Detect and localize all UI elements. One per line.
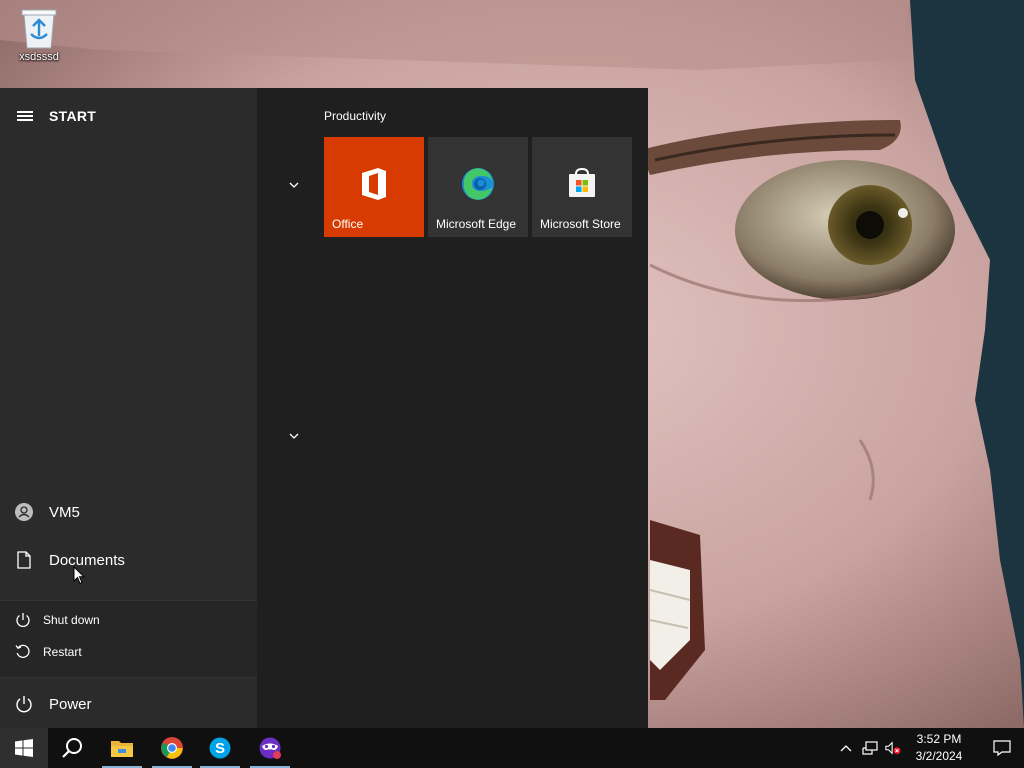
chrome-button[interactable]	[148, 728, 196, 768]
volume-muted-icon[interactable]	[885, 740, 901, 756]
tile-label: Microsoft Store	[540, 217, 621, 231]
restart-icon	[15, 644, 31, 660]
file-explorer-button[interactable]	[98, 728, 146, 768]
svg-text:S: S	[215, 740, 225, 757]
tile-group-title: Productivity	[324, 109, 387, 123]
tile-microsoft-edge[interactable]: Microsoft Edge	[428, 137, 528, 237]
mouse-cursor-icon	[73, 565, 86, 590]
system-clock[interactable]: 3:52 PM 3/2/2024	[902, 731, 976, 765]
start-button[interactable]	[0, 728, 48, 768]
store-icon	[532, 167, 632, 199]
tile-label: Microsoft Edge	[436, 217, 517, 231]
power-label: Power	[49, 695, 92, 713]
clock-date: 3/2/2024	[915, 749, 963, 763]
recycle-bin-icon	[21, 9, 57, 49]
clock-time: 3:52 PM	[916, 732, 962, 746]
desktop-icon-recycle-bin[interactable]: xsdsssd	[10, 6, 68, 63]
power-icon	[15, 695, 33, 713]
tile-label: Office	[332, 217, 364, 231]
chevron-down-icon[interactable]	[286, 177, 302, 193]
power-icon	[15, 612, 31, 628]
tile-office[interactable]: Office	[324, 137, 424, 237]
folder-icon	[111, 741, 133, 757]
start-menu-title: START	[49, 108, 97, 124]
user-account-item[interactable]: VM5	[0, 492, 257, 532]
incognito-app-button[interactable]	[246, 728, 294, 768]
power-options-flyout: Shut down Restart	[0, 600, 257, 678]
start-menu-left-pane: START VM5 Documents Shut down Restart Po…	[0, 88, 257, 728]
notification-icon	[993, 740, 1011, 756]
skype-icon: S	[209, 737, 231, 759]
action-center-button[interactable]	[980, 728, 1024, 768]
network-icon[interactable]	[862, 740, 878, 756]
search-button[interactable]	[48, 728, 96, 768]
documents-label: Documents	[49, 551, 125, 569]
restart-option[interactable]: Restart	[0, 637, 257, 667]
shut-down-label: Shut down	[43, 613, 100, 627]
chrome-icon	[161, 737, 183, 759]
mask-icon	[259, 737, 281, 759]
power-button[interactable]: Power	[0, 684, 257, 724]
office-icon	[324, 167, 424, 201]
chevron-down-icon[interactable]	[286, 428, 302, 444]
windows-icon	[15, 739, 33, 757]
desktop-icon-label: xsdsssd	[19, 51, 59, 63]
edge-icon	[428, 167, 528, 201]
document-icon	[15, 551, 33, 569]
restart-label: Restart	[43, 645, 82, 659]
search-icon	[62, 738, 82, 758]
user-account-label: VM5	[49, 503, 80, 521]
documents-item[interactable]: Documents	[0, 540, 257, 580]
skype-button[interactable]: S	[196, 728, 244, 768]
start-menu-header[interactable]: START	[0, 104, 257, 128]
shut-down-option[interactable]: Shut down	[0, 605, 257, 635]
start-menu: START VM5 Documents Shut down Restart Po…	[0, 88, 648, 728]
taskbar: S 3:52 PM 3/2/2024	[0, 728, 1024, 768]
chevron-up-icon[interactable]	[838, 740, 854, 756]
start-menu-tiles-pane: Productivity Office Microsoft Edge Micro…	[257, 88, 648, 728]
tile-microsoft-store[interactable]: Microsoft Store	[532, 137, 632, 237]
user-icon	[15, 503, 33, 521]
hamburger-icon[interactable]	[17, 110, 33, 122]
